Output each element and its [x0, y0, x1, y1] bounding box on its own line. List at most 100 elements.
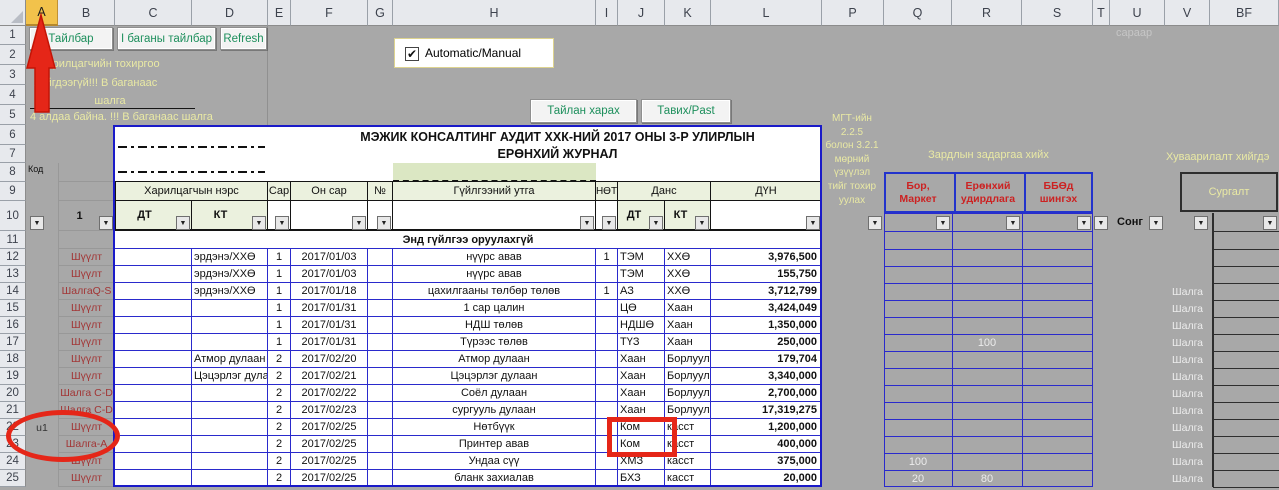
column-header-R[interactable]: R — [952, 0, 1022, 26]
row-header-4[interactable]: 4 — [0, 85, 26, 105]
cell-name_kt[interactable] — [192, 453, 268, 470]
filter-dropdown-C[interactable]: ▼ — [176, 216, 190, 230]
row-filter-label[interactable]: Шүүлт — [58, 249, 115, 266]
cell-name_dt[interactable] — [115, 317, 192, 334]
cell-name_kt[interactable] — [192, 317, 268, 334]
cell-description[interactable]: Цэцэрлэг дулаан — [393, 368, 596, 385]
filter-dropdown-K[interactable]: ▼ — [695, 216, 709, 230]
cell-acc_dt[interactable]: ТЭМ — [618, 249, 665, 266]
cell-name_dt[interactable] — [115, 351, 192, 368]
column-header-T[interactable]: T — [1093, 0, 1110, 26]
cell-month[interactable]: 2 — [268, 436, 291, 453]
cell-acc_dt[interactable]: Хаан — [618, 368, 665, 385]
row-header-17[interactable]: 17 — [0, 334, 26, 351]
cell-name_dt[interactable] — [115, 385, 192, 402]
cell-acc_kt[interactable]: ХХӨ — [665, 266, 711, 283]
filter-dropdown-B[interactable]: ▼ — [99, 216, 113, 230]
header-bbod-absorb[interactable]: ББӨд шингэх — [1024, 174, 1091, 211]
cell-month[interactable]: 1 — [268, 317, 291, 334]
header-account[interactable]: Данс — [618, 182, 711, 201]
header-description[interactable]: Гүйлгээний утга — [393, 182, 596, 201]
cell-name_kt[interactable] — [192, 419, 268, 436]
cell-month[interactable]: 2 — [268, 453, 291, 470]
row-header-2[interactable]: 2 — [0, 45, 26, 65]
b-column-cell[interactable] — [58, 231, 115, 249]
cell-name_kt[interactable]: Цэцэрлэг дулаан — [192, 368, 268, 385]
filter-dropdown-A[interactable]: ▼ — [30, 216, 44, 230]
row-header-18[interactable]: 18 — [0, 351, 26, 368]
row-filter-label[interactable]: ШалгаQ-S — [58, 283, 115, 300]
cell-description[interactable]: нүүрс авав — [393, 266, 596, 283]
cell-month[interactable]: 1 — [268, 300, 291, 317]
cell-date[interactable]: 2017/02/23 — [291, 402, 368, 419]
cell-amount[interactable]: 17,319,275 — [711, 402, 822, 419]
cell-description[interactable]: сургууль дулаан — [393, 402, 596, 419]
automatic-manual-checkbox[interactable]: ✔ — [405, 47, 419, 61]
cell-no[interactable] — [368, 453, 393, 470]
cell-name_dt[interactable] — [115, 402, 192, 419]
cell-no[interactable] — [368, 419, 393, 436]
row-header-6[interactable]: 6 — [0, 125, 26, 145]
filter-dropdown-I[interactable]: ▼ — [602, 216, 616, 230]
row-header-24[interactable]: 24 — [0, 453, 26, 470]
cell-acc_kt[interactable]: ХХӨ — [665, 249, 711, 266]
cell-description[interactable]: НДШ төлөв — [393, 317, 596, 334]
cell-acc_dt[interactable]: ТҮЗ — [618, 334, 665, 351]
row-filter-label[interactable]: Шүүлт — [58, 351, 115, 368]
cell-name_dt[interactable] — [115, 436, 192, 453]
cell-amount[interactable]: 250,000 — [711, 334, 822, 351]
column-header-U[interactable]: U — [1110, 0, 1165, 26]
cell-vat[interactable] — [596, 266, 618, 283]
cell-acc_kt[interactable]: Хаан — [665, 317, 711, 334]
cell-month[interactable]: 2 — [268, 385, 291, 402]
filter-dropdown-D[interactable]: ▼ — [252, 216, 266, 230]
cell-acc_kt[interactable]: ХХӨ — [665, 283, 711, 300]
cell-amount[interactable]: 3,424,049 — [711, 300, 822, 317]
cell-vat[interactable] — [596, 334, 618, 351]
cell-name_dt[interactable] — [115, 300, 192, 317]
row-header-25[interactable]: 25 — [0, 470, 26, 487]
cell-no[interactable] — [368, 266, 393, 283]
filter-dropdown-U[interactable]: ▼ — [1149, 216, 1163, 230]
filter-dropdown-F[interactable]: ▼ — [352, 216, 366, 230]
header-month[interactable]: Сар — [268, 182, 291, 201]
cell-name_dt[interactable] — [115, 453, 192, 470]
cell-name_kt[interactable] — [192, 402, 268, 419]
cell-name_dt[interactable] — [115, 419, 192, 436]
cell-acc_kt[interactable]: Хаан — [665, 334, 711, 351]
cell-date[interactable]: 2017/01/18 — [291, 283, 368, 300]
row-header-11[interactable]: 11 — [0, 231, 26, 249]
cell-amount[interactable]: 1,350,000 — [711, 317, 822, 334]
header-date[interactable]: Он сар — [291, 182, 368, 201]
cell-acc_dt[interactable]: ТЭМ — [618, 266, 665, 283]
cell-vat[interactable]: 1 — [596, 249, 618, 266]
cell-no[interactable] — [368, 368, 393, 385]
cell-no[interactable] — [368, 402, 393, 419]
cell-description[interactable]: Түрээс төлөв — [393, 334, 596, 351]
allocation-r-value[interactable]: 100 — [952, 334, 1022, 351]
refresh-button[interactable]: Refresh — [220, 27, 267, 50]
cell-amount[interactable]: 1,200,000 — [711, 419, 822, 436]
header-amount[interactable]: ДҮН — [711, 182, 822, 201]
filter-dropdown-E[interactable]: ▼ — [275, 216, 289, 230]
no-entry-row[interactable]: Энд гүйлгээ оруулахгүй — [115, 231, 822, 249]
cell-description[interactable]: Атмор дулаан — [393, 351, 596, 368]
cell-date[interactable]: 2017/01/31 — [291, 334, 368, 351]
header-number[interactable]: № — [368, 182, 393, 201]
cell-amount[interactable]: 179,704 — [711, 351, 822, 368]
cell-date[interactable]: 2017/02/20 — [291, 351, 368, 368]
cell-month[interactable]: 2 — [268, 351, 291, 368]
filter-dropdown-BF[interactable]: ▼ — [1263, 216, 1277, 230]
cell-acc_dt[interactable]: Хаан — [618, 385, 665, 402]
cell-acc_dt[interactable]: ЦӨ — [618, 300, 665, 317]
cell-amount[interactable]: 3,712,799 — [711, 283, 822, 300]
row-header-15[interactable]: 15 — [0, 300, 26, 317]
filter-dropdown-J[interactable]: ▼ — [649, 216, 663, 230]
cell-date[interactable]: 2017/01/31 — [291, 300, 368, 317]
cell-acc_kt[interactable]: Борлуулал — [665, 385, 711, 402]
cell-description[interactable]: нүүрс авав — [393, 249, 596, 266]
training-header-box[interactable]: Сургалт — [1180, 172, 1278, 212]
view-report-button[interactable]: Тайлан харах — [530, 99, 637, 123]
select-all-corner[interactable] — [0, 0, 26, 26]
filter-dropdown-R[interactable]: ▼ — [1006, 216, 1020, 230]
